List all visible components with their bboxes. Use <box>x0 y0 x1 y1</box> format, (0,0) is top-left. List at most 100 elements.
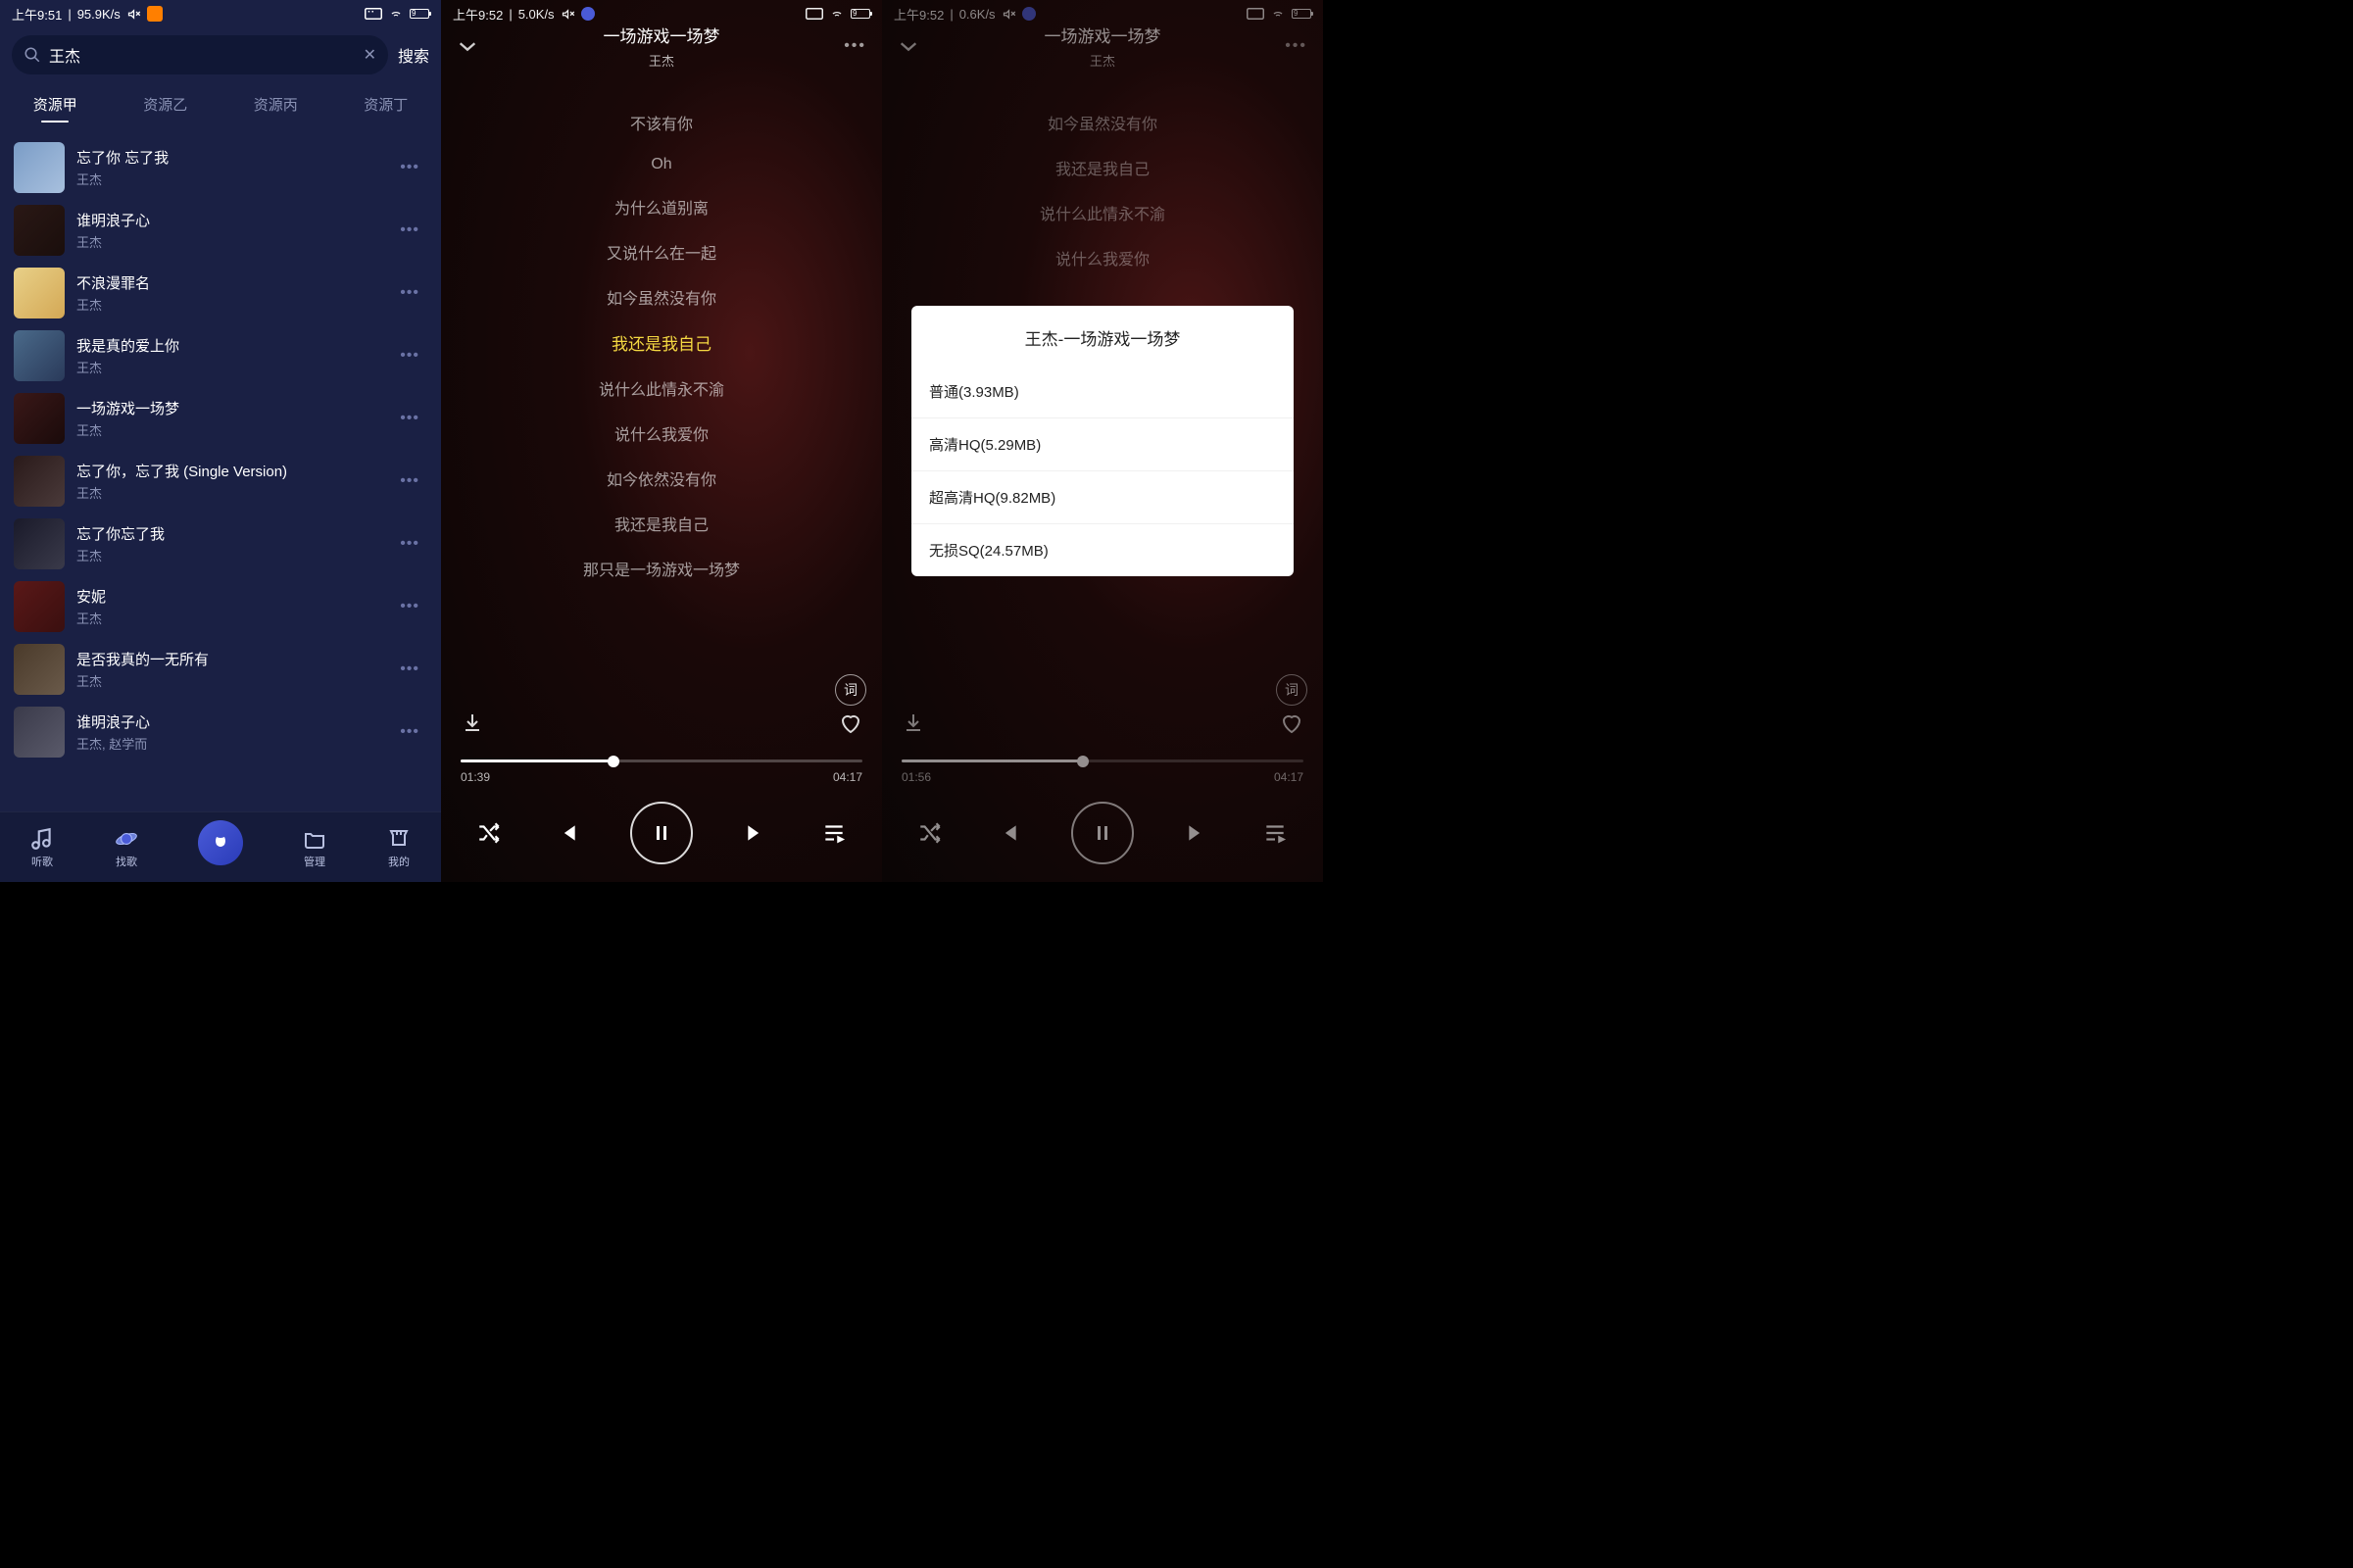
song-row[interactable]: 安妮 王杰 ••• <box>0 575 441 638</box>
tab-source-3[interactable]: 资源丁 <box>331 88 442 121</box>
prev-icon[interactable] <box>554 820 579 846</box>
song-artist: 王杰 <box>76 295 380 314</box>
nav-center[interactable] <box>198 830 243 865</box>
lyrics-panel[interactable]: 不该有你Oh为什么道别离又说什么在一起如今虽然没有你我还是我自己说什么此情永不渝… <box>441 61 882 601</box>
source-tabs: 资源甲资源乙资源丙资源丁 <box>0 82 441 132</box>
next-icon[interactable] <box>1185 820 1210 846</box>
download-icon[interactable] <box>461 711 484 735</box>
collapse-icon[interactable] <box>898 39 919 53</box>
song-artist: 王杰 <box>76 358 380 376</box>
status-speed: 5.0K/s <box>518 7 555 22</box>
song-row[interactable]: 是否我真的一无所有 王杰 ••• <box>0 638 441 701</box>
lyric-toggle-button[interactable]: 词 <box>835 674 866 706</box>
album-thumb <box>14 644 65 695</box>
status-app-icon <box>1022 7 1036 21</box>
quality-option[interactable]: 超高清HQ(9.82MB) <box>911 470 1294 523</box>
lyric-line: 又说什么在一起 <box>461 229 862 274</box>
song-row[interactable]: 忘了你 忘了我 王杰 ••• <box>0 136 441 199</box>
shuffle-icon[interactable] <box>476 820 502 846</box>
song-artist: 王杰 <box>76 170 380 188</box>
np-artist: 王杰 <box>1045 51 1161 70</box>
search-button[interactable]: 搜索 <box>398 43 429 67</box>
tab-source-1[interactable]: 资源乙 <box>111 88 221 121</box>
nav-manage[interactable]: 管理 <box>302 826 327 869</box>
song-artist: 王杰 <box>76 671 380 690</box>
np-title: 一场游戏一场梦 <box>604 23 720 47</box>
playlist-icon[interactable] <box>821 820 847 846</box>
quality-option[interactable]: 无损SQ(24.57MB) <box>911 523 1294 576</box>
np-actions <box>882 711 1323 735</box>
download-icon[interactable] <box>902 711 925 735</box>
more-icon[interactable]: ••• <box>392 653 427 686</box>
more-icon[interactable]: ••• <box>392 276 427 310</box>
progress[interactable]: 01:3904:17 <box>461 760 862 784</box>
clear-icon[interactable]: ✕ <box>364 45 376 65</box>
more-icon[interactable]: ••• <box>392 527 427 561</box>
lyric-toggle-button[interactable]: 词 <box>1276 674 1307 706</box>
song-artist: 王杰 <box>76 609 380 627</box>
nav-listen[interactable]: 听歌 <box>29 826 55 869</box>
lyric-line: 说什么我爱你 <box>902 235 1303 280</box>
play-pause-button[interactable] <box>630 802 693 864</box>
time-total: 04:17 <box>1274 770 1303 784</box>
more-icon[interactable]: ••• <box>392 339 427 372</box>
quality-option[interactable]: 高清HQ(5.29MB) <box>911 417 1294 470</box>
more-icon[interactable]: ••• <box>392 465 427 498</box>
playlist-icon[interactable] <box>1262 820 1288 846</box>
next-icon[interactable] <box>744 820 769 846</box>
song-artist: 王杰 <box>76 483 380 502</box>
prev-icon[interactable] <box>995 820 1020 846</box>
album-thumb <box>14 456 65 507</box>
time-current: 01:39 <box>461 770 490 784</box>
more-icon[interactable]: ••• <box>392 590 427 623</box>
shuffle-icon[interactable] <box>917 820 943 846</box>
album-thumb <box>14 268 65 318</box>
collapse-icon[interactable] <box>457 39 478 53</box>
status-time: 上午9:51 <box>12 5 62 24</box>
favorite-icon[interactable] <box>1280 711 1303 735</box>
lyric-line: 不该有你 <box>461 100 862 145</box>
play-pause-button[interactable] <box>1071 802 1134 864</box>
mute-icon <box>1002 7 1016 22</box>
wifi-icon <box>388 7 404 21</box>
status-speed: 0.6K/s <box>959 7 996 22</box>
song-row[interactable]: 忘了你，忘了我 (Single Version) 王杰 ••• <box>0 450 441 513</box>
more-icon[interactable]: ••• <box>392 715 427 749</box>
status-bar: 上午9:51 | 95.9K/s 9 <box>0 0 441 27</box>
more-icon[interactable]: ••• <box>392 214 427 247</box>
more-icon[interactable]: ••• <box>392 402 427 435</box>
nav-me[interactable]: 我的 <box>386 826 412 869</box>
status-speed: 95.9K/s <box>77 7 121 22</box>
album-thumb <box>14 518 65 569</box>
song-artist: 王杰, 赵学而 <box>76 734 380 753</box>
screen-download-dialog: 上午9:52| 0.6K/s 9 一场游戏一场梦 王杰 ••• 如今虽然没有你我… <box>882 0 1323 882</box>
playback-controls <box>441 802 882 864</box>
song-title: 安妮 <box>76 586 380 607</box>
song-row[interactable]: 一场游戏一场梦 王杰 ••• <box>0 387 441 450</box>
more-icon[interactable]: ••• <box>392 151 427 184</box>
np-actions <box>441 711 882 735</box>
search-box[interactable]: ✕ <box>12 35 388 74</box>
song-title: 是否我真的一无所有 <box>76 649 380 669</box>
search-input[interactable] <box>49 46 356 64</box>
nav-find[interactable]: 找歌 <box>114 826 139 869</box>
tab-source-2[interactable]: 资源丙 <box>221 88 331 121</box>
song-row[interactable]: 不浪漫罪名 王杰 ••• <box>0 262 441 324</box>
search-icon <box>24 46 41 64</box>
song-row[interactable]: 忘了你忘了我 王杰 ••• <box>0 513 441 575</box>
screen-search: 上午9:51 | 95.9K/s 9 ✕ 搜索 资源甲资源乙资源丙资源丁 忘了你… <box>0 0 441 882</box>
song-artist: 王杰 <box>76 420 380 439</box>
status-app-icon <box>581 7 595 21</box>
song-row[interactable]: 我是真的爱上你 王杰 ••• <box>0 324 441 387</box>
progress[interactable]: 01:5604:17 <box>902 760 1303 784</box>
more-icon[interactable]: ••• <box>844 37 866 55</box>
lyric-line: 我还是我自己 <box>461 319 862 366</box>
song-row[interactable]: 谁明浪子心 王杰, 赵学而 ••• <box>0 701 441 763</box>
more-icon[interactable]: ••• <box>1285 37 1307 55</box>
song-row[interactable]: 谁明浪子心 王杰 ••• <box>0 199 441 262</box>
lyric-line: 那只是一场游戏一场梦 <box>461 546 862 591</box>
favorite-icon[interactable] <box>839 711 862 735</box>
tab-source-0[interactable]: 资源甲 <box>0 88 111 121</box>
quality-option[interactable]: 普通(3.93MB) <box>911 366 1294 417</box>
song-artist: 王杰 <box>76 546 380 564</box>
